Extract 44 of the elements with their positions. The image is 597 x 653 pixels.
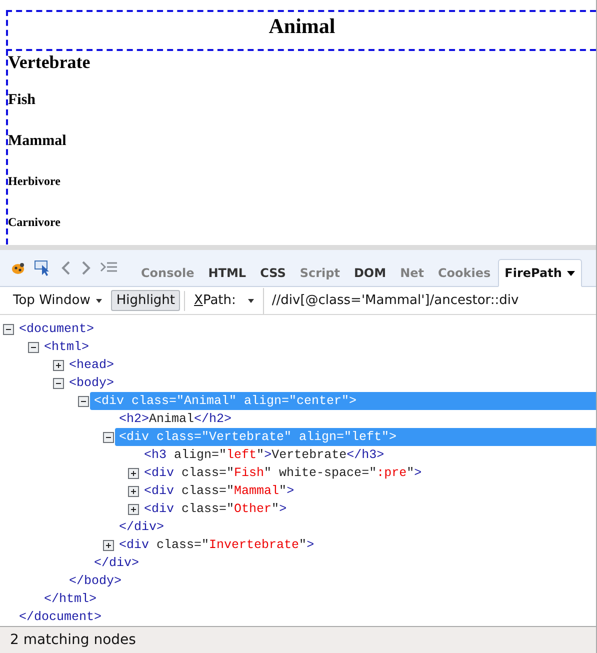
collapse-icon[interactable]	[53, 378, 64, 388]
page-heading: Mammal	[8, 133, 68, 150]
expand-icon[interactable]	[128, 486, 139, 496]
dom-node-line[interactable]: <div class="Fish" white-space=":pre">	[140, 464, 426, 482]
dom-node-line[interactable]: </document>	[15, 608, 106, 626]
highlight-toggle[interactable]: Highlight	[111, 290, 180, 311]
caret-icon	[566, 270, 575, 276]
dom-node-line[interactable]: <body>	[65, 374, 118, 392]
caret-icon	[96, 298, 102, 302]
bug-icon[interactable]	[10, 261, 26, 275]
window-dropdown[interactable]: Top Window	[8, 290, 108, 311]
dom-node-line[interactable]: <html>	[40, 338, 94, 356]
expand-icon[interactable]	[128, 504, 139, 514]
expand-icon[interactable]	[53, 360, 64, 370]
dom-node-line[interactable]: </body>	[65, 572, 126, 590]
dom-node-line[interactable]: </div>	[115, 518, 168, 536]
panel-tab[interactable]: CSS	[253, 259, 293, 287]
status-text: 2 matching nodes	[10, 632, 136, 648]
dom-node-line[interactable]: <h2>Animal</h2>	[115, 410, 236, 428]
xpath-dropdown[interactable]: XPath:	[189, 290, 259, 311]
panel-tab[interactable]: HTML	[201, 259, 254, 287]
expand-icon[interactable]	[128, 468, 139, 478]
page-heading: Carnivore	[8, 215, 62, 230]
dom-node-line[interactable]: <h3 align="left">Vertebrate</h3>	[140, 446, 388, 464]
dom-node-line[interactable]: <document>	[15, 320, 98, 338]
page-heading: Fish	[8, 92, 37, 109]
panel-tab[interactable]: FirePath	[498, 259, 582, 287]
page-heading: Animal	[268, 13, 336, 40]
collapse-icon[interactable]	[78, 396, 89, 406]
dom-node-line[interactable]: </div>	[90, 554, 144, 572]
caret-icon	[248, 298, 254, 302]
collapse-icon[interactable]	[103, 432, 114, 442]
dom-node-line[interactable]: <div class="Mammal">	[140, 482, 298, 500]
collapse-icon[interactable]	[28, 342, 39, 352]
collapse-icon[interactable]	[3, 324, 14, 334]
dom-node-line[interactable]: <div class="Invertebrate">	[115, 536, 318, 554]
panel-tab[interactable]: DOM	[346, 259, 394, 287]
page-heading: Vertebrate	[8, 52, 92, 73]
page-heading: Herbivore	[8, 174, 62, 189]
dom-node-line[interactable]: <head>	[65, 356, 118, 374]
expand-icon[interactable]	[103, 540, 114, 550]
dom-node-line[interactable]: </html>	[40, 590, 101, 608]
dom-node-line[interactable]: <div class="Other">	[140, 500, 291, 518]
command-line-icon[interactable]	[100, 261, 118, 275]
